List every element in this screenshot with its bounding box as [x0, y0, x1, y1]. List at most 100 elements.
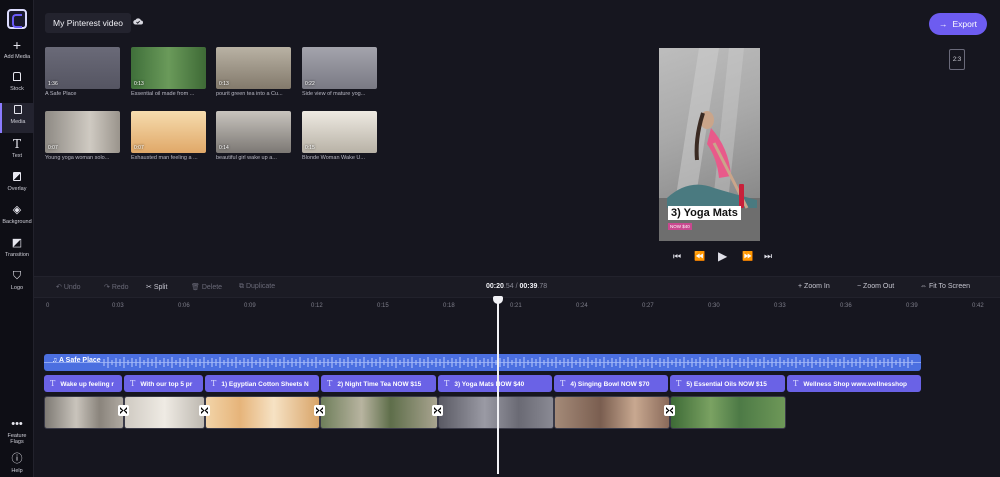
media-duration: 0:13	[219, 81, 229, 87]
sidebar-item-media[interactable]: Media	[0, 103, 34, 133]
transition-icon[interactable]	[118, 405, 129, 416]
media-thumb[interactable]: 0:07	[131, 111, 206, 153]
undo-label: Undo	[63, 284, 81, 291]
media-duration: 1:36	[48, 81, 58, 87]
media-thumb[interactable]: 0:13	[216, 47, 291, 89]
sidebar-item-overlay[interactable]: Overlay	[0, 170, 34, 200]
transition-icon[interactable]	[199, 405, 210, 416]
text-icon: T	[793, 379, 799, 388]
total-time: 00:39	[519, 283, 538, 290]
transition-icon[interactable]	[664, 405, 675, 416]
media-duration: 0:07	[134, 145, 144, 151]
stock-icon	[0, 70, 34, 84]
sidebar-item-logo[interactable]: ⛉ Logo	[0, 269, 34, 299]
sidebar-item-label: Add Media	[3, 54, 31, 60]
media-duration: 0:22	[305, 81, 315, 87]
video-preview[interactable]: 3) Yoga Mats NOW $40	[659, 48, 760, 241]
media-caption: Blonde Woman Wake U...	[302, 155, 365, 161]
text-icon: T	[676, 379, 682, 388]
rewind-icon[interactable]: ⏪	[694, 251, 705, 262]
text-clip-label: Wellness Shop www.wellnesshop	[803, 381, 908, 388]
media-thumb[interactable]: 0:07	[45, 111, 120, 153]
sidebar-item-add-media[interactable]: + Add Media	[0, 38, 34, 68]
text-clip[interactable]: T 2) Night Time Tea NOW $15	[321, 375, 436, 392]
sidebar-item-background[interactable]: ◈ Background	[0, 203, 34, 233]
skip-start-icon[interactable]: ⏮	[673, 251, 681, 262]
timeline-ruler[interactable]: 0 0:03 0:06 0:09 0:12 0:15 0:18 0:21 0:2…	[34, 300, 1000, 316]
redo-icon: ↷	[104, 284, 112, 291]
text-clip[interactable]: T With our top 5 pr	[124, 375, 203, 392]
media-thumb[interactable]: 1:36	[45, 47, 120, 89]
clipchamp-logo[interactable]	[7, 9, 27, 29]
ruler-tick: 0:33	[774, 303, 786, 309]
ruler-tick: 0:24	[576, 303, 588, 309]
sidebar-item-help[interactable]: ⓘ Help	[0, 452, 34, 477]
export-button[interactable]: → Export	[929, 13, 987, 35]
media-caption: Young yoga woman solo...	[45, 155, 110, 161]
text-clip[interactable]: T 5) Essential Oils NOW $15	[670, 375, 785, 392]
media-caption: Exhausted man feeling a ...	[131, 155, 198, 161]
ruler-tick: 0:27	[642, 303, 654, 309]
total-time-frac: .78	[537, 283, 548, 290]
ruler-tick: 0:15	[377, 303, 389, 309]
trash-icon: 🗑	[191, 284, 202, 291]
video-clip[interactable]	[44, 396, 124, 429]
duplicate-label: Duplicate	[245, 283, 276, 290]
text-clip[interactable]: T Wake up feeling r	[44, 375, 122, 392]
text-clip-label: 5) Essential Oils NOW $15	[686, 381, 767, 388]
copy-icon: ⧉	[239, 283, 246, 290]
ruler-tick: 0	[46, 303, 50, 309]
redo-button[interactable]: ↷ Redo	[104, 283, 129, 291]
zoom-out-button[interactable]: − Zoom Out	[857, 283, 894, 290]
redo-label: Redo	[111, 284, 129, 291]
video-clip[interactable]	[320, 396, 438, 429]
skip-end-icon[interactable]: ⏭	[764, 251, 772, 262]
text-clip[interactable]: T 1) Egyptian Cotton Sheets N	[205, 375, 319, 392]
fast-forward-icon[interactable]: ⏩	[742, 251, 753, 262]
ruler-tick: 0:03	[112, 303, 124, 309]
ruler-tick: 0:12	[311, 303, 323, 309]
text-icon: T	[50, 379, 56, 388]
text-clip[interactable]: T Wellness Shop www.wellnesshop	[787, 375, 921, 392]
fit-to-screen-button[interactable]: ⇔ Fit To Screen	[920, 283, 970, 290]
sidebar-item-text[interactable]: T Text	[0, 137, 34, 167]
zoom-in-label: Zoom In	[804, 283, 830, 290]
ruler-tick: 0:09	[244, 303, 256, 309]
sidebar-item-transition[interactable]: ◩ Transition	[0, 236, 34, 266]
duplicate-button[interactable]: ⧉ Duplicate	[239, 283, 275, 291]
media-thumb[interactable]: 0:13	[131, 47, 206, 89]
video-clip[interactable]	[670, 396, 786, 429]
undo-button[interactable]: ↶ Undo	[56, 283, 81, 291]
sidebar-item-stock[interactable]: Stock	[0, 70, 34, 100]
help-icon: ⓘ	[11, 453, 23, 465]
transition-icon[interactable]	[314, 405, 325, 416]
media-thumb[interactable]: 0:15	[302, 111, 377, 153]
audio-track[interactable]: ♫ A Safe Place	[44, 354, 921, 371]
zoom-in-button[interactable]: + Zoom In	[798, 283, 830, 290]
sidebar-item-label: Background	[2, 219, 32, 225]
media-caption: pourit green tea into a Cu...	[216, 91, 283, 97]
split-button[interactable]: ✂ Split	[146, 283, 167, 291]
transition-icon[interactable]	[432, 405, 443, 416]
text-clip[interactable]: T 3) Yoga Mats NOW $40	[438, 375, 552, 392]
delete-button[interactable]: 🗑 Delete	[191, 283, 222, 291]
sidebar-item-label: Overlay	[7, 186, 27, 192]
aspect-ratio-button[interactable]: 2:3	[949, 49, 965, 70]
media-thumb[interactable]: 0:22	[302, 47, 377, 89]
preview-title: 3) Yoga Mats	[668, 206, 741, 220]
video-clip[interactable]	[438, 396, 554, 429]
text-clip[interactable]: T 4) Singing Bowl NOW $70	[554, 375, 668, 392]
play-icon[interactable]: ▶	[718, 249, 727, 263]
playhead[interactable]	[497, 298, 499, 474]
sidebar-item-label: Help	[11, 468, 23, 474]
audio-track-title: A Safe Place	[58, 357, 101, 364]
zoom-out-label: Zoom Out	[863, 283, 895, 290]
sidebar-item-feature-flags[interactable]: ••• Feature Flags	[0, 417, 34, 447]
video-clip[interactable]	[205, 396, 320, 429]
video-clip[interactable]	[554, 396, 670, 429]
project-title-input[interactable]: My Pinterest video	[45, 13, 131, 33]
video-clip[interactable]	[124, 396, 205, 429]
arrow-right-icon: →	[938, 19, 948, 29]
media-thumb[interactable]: 0:14	[216, 111, 291, 153]
preview-subtitle: NOW $40	[668, 223, 692, 230]
